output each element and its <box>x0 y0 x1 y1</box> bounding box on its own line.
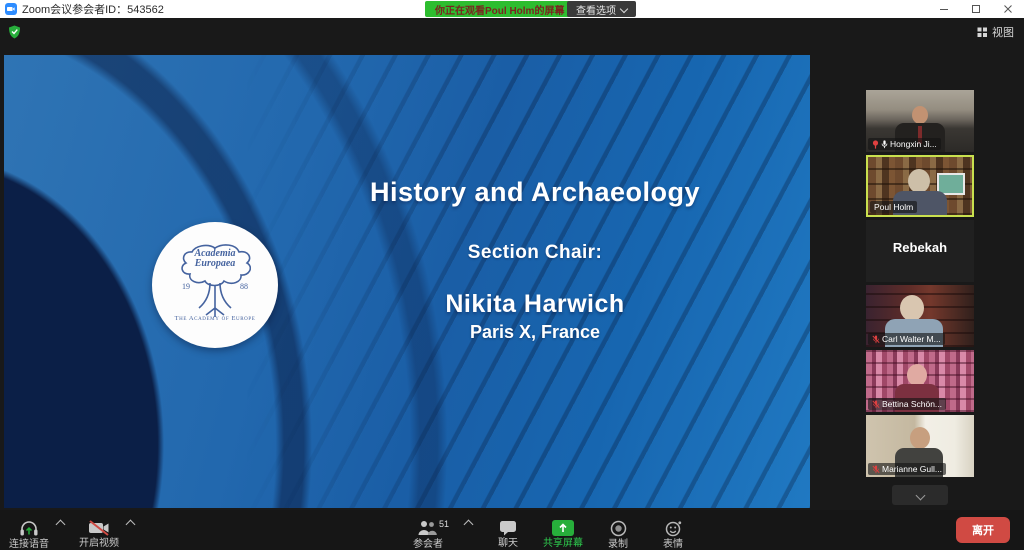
view-button-label: 视图 <box>992 24 1014 40</box>
meeting-main-area: 视图 Academia Europaea 19 88 The Academy o… <box>0 18 1024 510</box>
record-label: 录制 <box>608 540 628 550</box>
participant-tile-rebekah[interactable]: Rebekah <box>866 220 974 282</box>
participant-name: Marianne Gull... <box>882 464 942 474</box>
watching-banner: 你正在观看Poul Holm的屏幕 <box>425 1 574 17</box>
video-options-chevron[interactable] <box>122 512 138 550</box>
participants-options-chevron[interactable] <box>460 512 476 550</box>
participants-button[interactable]: 51 参会者 <box>405 517 451 550</box>
chevron-down-icon <box>620 5 628 13</box>
chat-label: 聊天 <box>498 539 518 549</box>
mic-muted-icon <box>872 400 880 409</box>
zoom-window: Zoom会议参会者ID：543562 你正在观看Poul Holm的屏幕 查看选… <box>0 0 1024 550</box>
leave-meeting-button[interactable]: 离开 <box>956 517 1010 543</box>
view-options-label: 查看选项 <box>576 2 616 17</box>
smiley-icon <box>665 520 682 537</box>
maximize-button[interactable] <box>960 0 992 18</box>
logo-org-name: Academia Europaea <box>152 249 278 269</box>
participant-tile-bettina[interactable]: Bettina Schön... <box>866 350 974 412</box>
slide-chair-affiliation: Paris X, France <box>265 322 805 343</box>
shared-screen-slide: Academia Europaea 19 88 The Academy of E… <box>4 55 810 508</box>
academia-europaea-logo: Academia Europaea 19 88 The Academy of E… <box>152 222 278 348</box>
minimize-button[interactable] <box>928 0 960 18</box>
slide-section-label: Section Chair: <box>265 242 805 264</box>
record-icon <box>610 520 627 537</box>
close-button[interactable] <box>992 0 1024 18</box>
slide-title: History and Archaeology <box>265 177 805 208</box>
start-video-button[interactable]: 开启视频 <box>76 517 122 550</box>
participant-name: Rebekah <box>866 240 974 255</box>
slide-background-streaks <box>4 55 810 508</box>
slide-chair-name: Nikita Harwich <box>265 290 805 319</box>
participant-tile-hongxin[interactable]: Hongxin Ji... <box>866 90 974 152</box>
participant-name: Bettina Schön... <box>882 399 942 409</box>
participants-count-badge: 51 <box>439 519 449 529</box>
camera-off-icon <box>88 520 110 536</box>
participant-name: Poul Holm <box>874 202 913 212</box>
share-screen-button[interactable]: 共享屏幕 <box>540 517 586 550</box>
headset-icon <box>19 520 39 537</box>
mic-muted-icon <box>872 335 880 344</box>
connect-audio-label: 连接语音 <box>9 540 49 550</box>
participant-tile-marianne[interactable]: Marianne Gull... <box>866 415 974 477</box>
start-video-label: 开启视频 <box>79 539 119 549</box>
meeting-toolbar: 连接语音 开启视频 51 <box>0 510 1024 550</box>
participants-strip: Hongxin Ji... Poul Holm Rebekah Carl Wal… <box>866 90 974 505</box>
participant-tile-carl-walter[interactable]: Carl Walter M... <box>866 285 974 347</box>
chevron-down-icon <box>915 490 925 500</box>
view-layout-button[interactable]: 视图 <box>977 24 1014 40</box>
zoom-app-icon <box>5 3 17 15</box>
participant-name: Carl Walter M... <box>882 334 941 344</box>
logo-caption: The Academy of Europe <box>152 315 278 322</box>
chat-button[interactable]: 聊天 <box>485 517 531 550</box>
grid-icon <box>977 27 988 38</box>
connect-audio-button[interactable]: 连接语音 <box>6 517 52 550</box>
reactions-label: 表情 <box>663 540 683 550</box>
chat-icon <box>499 520 517 536</box>
participants-scroll-down-button[interactable] <box>892 485 948 505</box>
reactions-button[interactable]: 表情 <box>650 517 696 550</box>
window-title: Zoom会议参会者ID：543562 <box>22 1 164 17</box>
mic-icon <box>881 140 888 149</box>
window-controls <box>928 0 1024 18</box>
share-screen-label: 共享屏幕 <box>543 539 583 549</box>
record-button[interactable]: 录制 <box>595 517 641 550</box>
security-shield-icon[interactable] <box>8 25 21 44</box>
participant-tile-poul-holm[interactable]: Poul Holm <box>866 155 974 217</box>
pin-icon <box>872 140 879 149</box>
title-bar: Zoom会议参会者ID：543562 你正在观看Poul Holm的屏幕 查看选… <box>0 0 1024 18</box>
participants-label: 参会者 <box>413 540 443 550</box>
share-screen-icon <box>552 520 574 536</box>
mic-muted-icon <box>872 465 880 474</box>
participant-name: Hongxin Ji... <box>890 139 937 149</box>
audio-options-chevron[interactable] <box>52 512 68 550</box>
participants-icon <box>417 520 439 536</box>
view-options-button[interactable]: 查看选项 <box>567 1 636 17</box>
